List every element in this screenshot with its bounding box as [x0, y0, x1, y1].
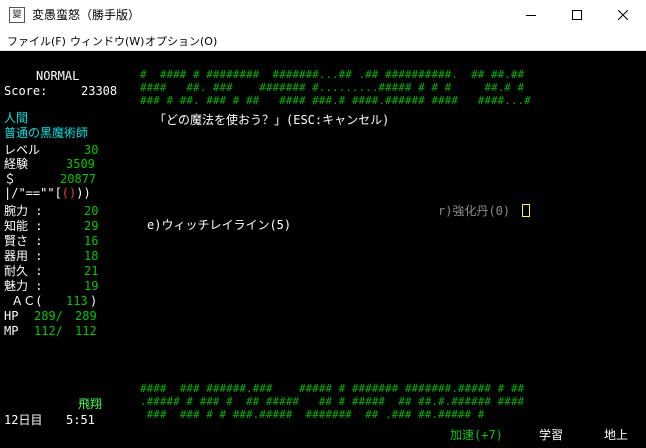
map-row: #### ### ######.### ##### # ####### ####… — [140, 382, 525, 395]
text-cursor — [522, 204, 530, 217]
stat-value: 21 — [84, 264, 99, 278]
map-row: #### ##. ### ####### #.........##### # #… — [140, 81, 525, 94]
speed-status: 加速(+7) — [450, 428, 503, 442]
map-row: ### # ##. ### # ## #### ###.# ####.#####… — [140, 94, 531, 107]
menu-options[interactable]: オプション(O) — [145, 33, 217, 49]
score-value: 23308 — [81, 84, 118, 98]
mp-label: MP — [4, 324, 19, 338]
stat-label: 知能 : — [4, 219, 43, 233]
maximize-button[interactable] — [554, 0, 600, 30]
race-label: 人間 — [4, 111, 29, 125]
equipment-symbols-red: () — [61, 186, 77, 200]
mp-current: 112/ — [34, 324, 63, 338]
exp-label: 経験 — [4, 157, 29, 171]
map-row: ### ### # # ###.##### ####### ## .### ##… — [140, 408, 525, 421]
stat-label: 器用 : — [4, 249, 43, 263]
map-row: # #### # ######## #######...## .## #####… — [140, 68, 525, 81]
hp-current: 289/ — [34, 309, 63, 323]
menu-file[interactable]: ファイル(F) — [7, 33, 66, 49]
ac-close: ) — [90, 294, 98, 308]
score-label: Score: — [4, 84, 48, 98]
level-value: 30 — [84, 143, 99, 157]
exp-value: 3509 — [66, 157, 95, 171]
map-row: .##### # ### # ## ##### ## # ##### ## ##… — [140, 395, 525, 408]
equipment-symbols-end: )) — [76, 186, 91, 200]
hp-max: 289 — [75, 309, 97, 323]
flying-status: 飛翔 — [78, 397, 103, 411]
window-title: 変愚蛮怒（勝手版） — [32, 8, 141, 22]
menu-window[interactable]: ウィンドウ(W) — [70, 33, 144, 49]
ac-value: 113 — [66, 294, 88, 308]
app-icon: 變 — [9, 7, 25, 23]
stat-value: 20 — [84, 204, 99, 218]
equipment-line: |/"==""[())) — [4, 186, 91, 201]
ac-label: ＡＣ( — [4, 294, 43, 308]
hp-label: HP — [4, 309, 19, 323]
minimize-icon — [526, 15, 536, 16]
stat-value: 19 — [84, 279, 99, 293]
day-counter: 12日目 — [4, 413, 43, 427]
stat-value: 16 — [84, 234, 99, 248]
stat-label: 腕力 : — [4, 204, 43, 218]
close-icon — [618, 10, 628, 20]
stat-value: 18 — [84, 249, 99, 263]
level-label: レベル — [4, 143, 41, 157]
difficulty-label: NORMAL — [36, 69, 80, 83]
game-screen[interactable]: # #### # ######## #######...## .## #####… — [0, 51, 646, 448]
stat-label: 魅力 : — [4, 279, 43, 293]
stat-label: 耐久 : — [4, 264, 43, 278]
location-status: 地上 — [604, 428, 629, 442]
game-time: 5:51 — [66, 413, 95, 427]
class-label: 普通の黒魔術師 — [4, 126, 89, 140]
gold-value: 20877 — [60, 172, 97, 186]
mp-max: 112 — [75, 324, 97, 338]
equipment-symbols: |/"==""[ — [4, 186, 62, 200]
menu-bar: ファイル(F) ウィンドウ(W) オプション(O) — [0, 30, 646, 51]
spell-option[interactable]: e)ウィッチレイライン(5) — [147, 218, 291, 233]
close-button[interactable] — [600, 0, 646, 30]
item-option[interactable]: r)強化丹(0) — [438, 204, 510, 219]
maximize-icon — [572, 10, 582, 20]
stat-label: 賢さ : — [4, 234, 43, 248]
study-status: 学習 — [539, 428, 564, 442]
gold-label: ＄ — [4, 172, 17, 186]
stat-value: 29 — [84, 219, 99, 233]
minimize-button[interactable] — [508, 0, 554, 30]
title-bar[interactable]: 變 変愚蛮怒（勝手版） — [0, 0, 646, 30]
spell-prompt: 「どの魔法を使おう？」(ESC:キャンセル) — [154, 113, 390, 127]
